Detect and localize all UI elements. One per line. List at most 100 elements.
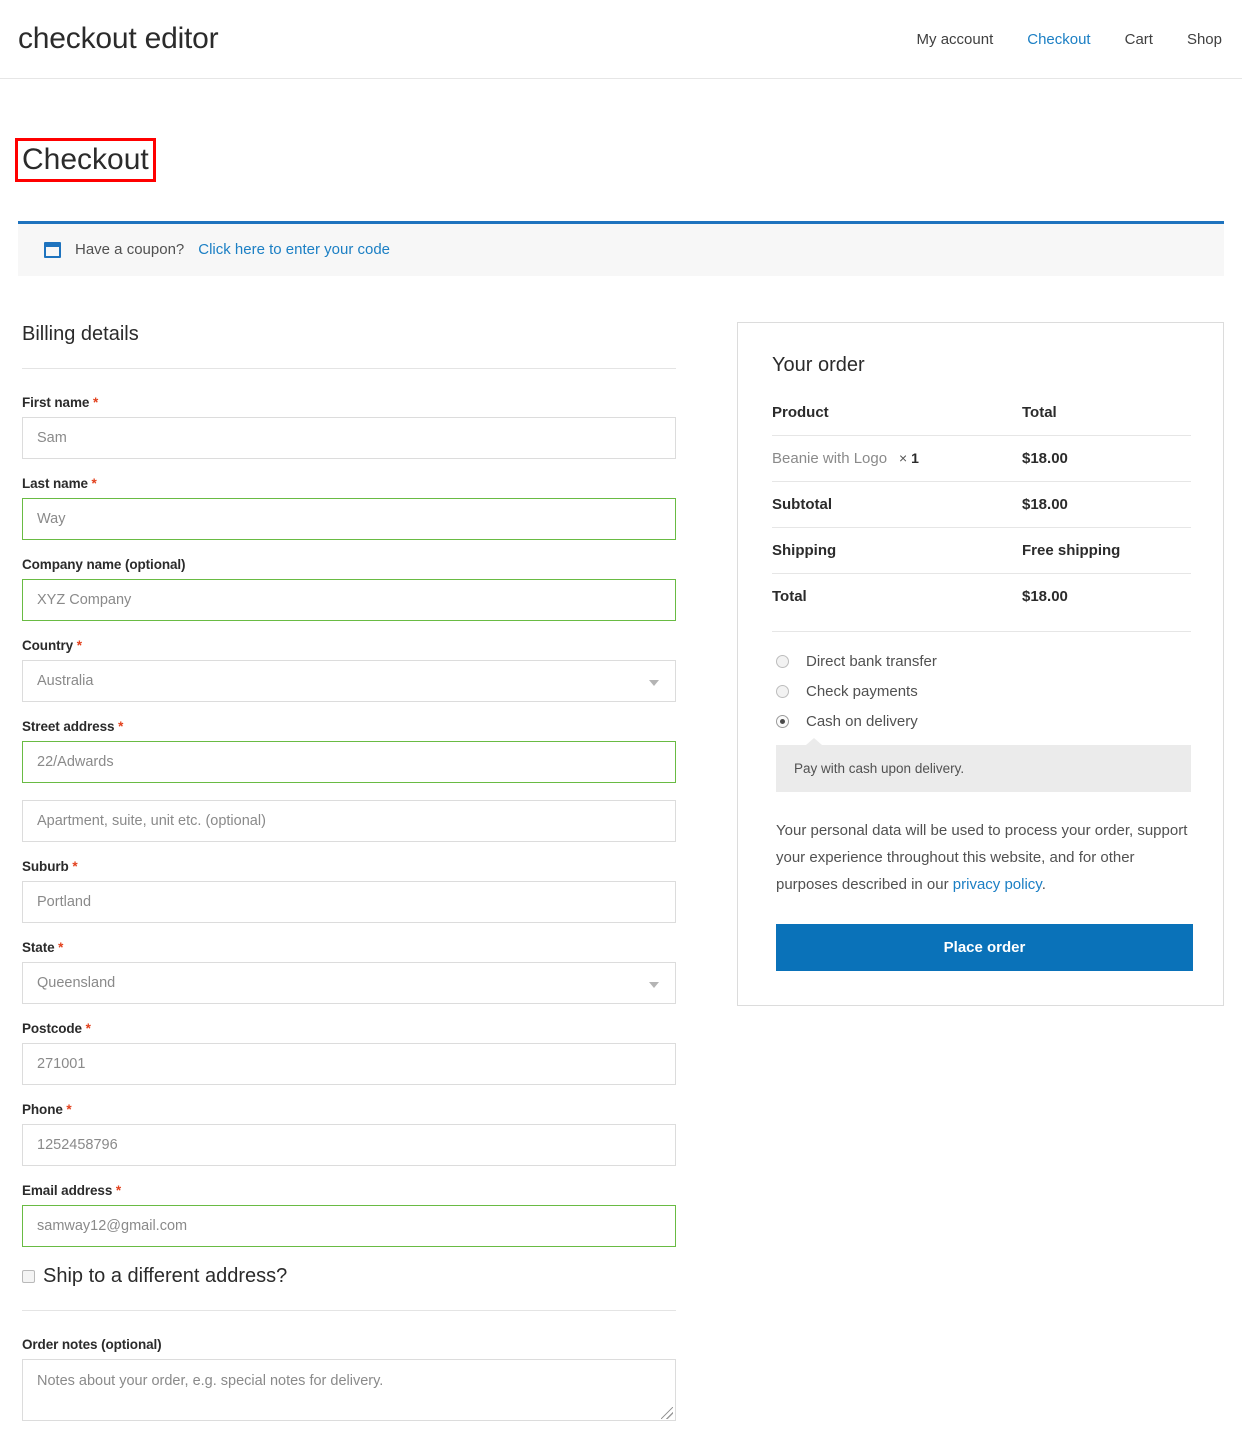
label-street-address: Street address * [22,719,124,735]
field-suburb: Suburb * Portland [18,859,676,924]
order-col-product: Product [772,404,829,422]
input-street-address[interactable]: 22/Adwards [22,741,676,784]
site-title: checkout editor [18,22,219,55]
field-state: State * Queensland [18,940,676,1005]
coupon-link[interactable]: Click here to enter your code [198,241,390,258]
place-order-button[interactable]: Place order [776,924,1193,972]
payment-description-box: Pay with cash upon delivery. [776,738,1191,793]
order-line-item-row: Beanie with Logo × 1 $18.00 [772,435,1191,482]
field-phone: Phone * 1252458796 [18,1102,676,1167]
required-marker: * [118,719,124,735]
payment-label-check-payments[interactable]: Check payments [806,683,918,700]
ship-different-address-checkbox[interactable] [22,1269,35,1283]
privacy-text-after: . [1041,875,1046,893]
field-street-address: Street address * 22/Adwards Apartment, s… [18,719,676,843]
order-total-label: Total [772,573,1022,620]
order-heading: Your order [772,354,865,377]
required-marker: * [76,638,82,654]
order-summary-table: Product Total Beanie with Logo × 1 $18.0… [772,404,1191,620]
privacy-policy-link[interactable]: privacy policy [953,876,1042,893]
payment-option-cash-on-delivery[interactable]: Cash on delivery [772,713,1191,730]
input-first-name[interactable]: Sam [22,417,676,460]
field-last-name: Last name * Way [18,476,676,541]
order-subtotal-value: $18.00 [1022,481,1191,528]
label-suburb: Suburb * [22,859,78,875]
input-postcode[interactable]: 271001 [22,1043,676,1086]
label-state: State * [22,940,64,956]
order-column: Your order Product Total Beanie with Log… [737,322,1224,1007]
order-item-qty: × 1 [899,450,919,467]
nav-link-my-account[interactable]: My account [917,31,994,48]
coupon-tag-icon [44,241,61,258]
order-table-header-row: Product Total [772,404,1191,436]
label-phone: Phone * [22,1102,72,1118]
order-subtotal-row: Subtotal $18.00 [772,481,1191,528]
input-last-name[interactable]: Way [22,498,676,541]
billing-column: Billing details First name * Sam Last na… [18,322,676,1427]
payment-label-direct-bank-transfer[interactable]: Direct bank transfer [806,653,937,670]
resize-grip-icon[interactable] [661,1407,673,1420]
ship-different-address-label[interactable]: Ship to a different address? [43,1264,287,1288]
payment-option-check-payments[interactable]: Check payments [772,683,1191,700]
order-subtotal-label: Subtotal [772,481,1022,528]
order-shipping-value: Free shipping [1022,527,1191,574]
required-marker: * [85,1021,91,1037]
required-marker: * [72,859,78,875]
label-order-notes: Order notes (optional) [22,1337,162,1353]
required-marker: * [92,395,99,411]
payment-methods: Direct bank transfer Check payments Cash… [772,631,1191,793]
billing-heading: Billing details [22,323,139,346]
field-order-notes: Order notes (optional) Notes about your … [18,1337,676,1422]
checkout-columns: Billing details First name * Sam Last na… [18,322,1224,1427]
textarea-order-notes[interactable]: Notes about your order, e.g. special not… [22,1359,676,1422]
label-country: Country * [22,638,82,654]
coupon-notice: Have a coupon? Click here to enter your … [18,221,1224,277]
coupon-text: Have a coupon? [75,241,185,259]
billing-divider [22,368,676,370]
site-header: checkout editor My account Checkout Cart… [0,0,1242,79]
order-col-total: Total [1022,404,1057,422]
main-nav: My account Checkout Cart Shop [917,31,1222,48]
nav-link-cart[interactable]: Cart [1125,31,1153,48]
label-last-name: Last name * [22,476,97,492]
field-country: Country * Australia [18,638,676,703]
radio-direct-bank-transfer[interactable] [776,655,789,669]
select-state[interactable]: Queensland [22,962,676,1005]
payment-label-cash-on-delivery[interactable]: Cash on delivery [806,713,918,730]
label-company-name: Company name (optional) [22,557,186,573]
order-review-panel: Your order Product Total Beanie with Log… [737,322,1224,1007]
input-company-name[interactable]: XYZ Company [22,579,676,622]
page-title-wrap: Checkout [15,79,1224,221]
required-marker: * [58,940,64,956]
payment-option-direct-bank-transfer[interactable]: Direct bank transfer [772,653,1191,670]
ship-different-address-row[interactable]: Ship to a different address? [18,1264,676,1288]
input-phone[interactable]: 1252458796 [22,1124,676,1167]
page-title: Checkout [15,138,156,183]
input-suburb[interactable]: Portland [22,881,676,924]
ship-divider [22,1310,676,1312]
input-email-address[interactable]: samway12@gmail.com [22,1205,676,1248]
label-email-address: Email address * [22,1183,122,1199]
privacy-notice: Your personal data will be used to proce… [776,818,1191,898]
label-postcode: Postcode * [22,1021,91,1037]
page-body: Checkout Have a coupon? Click here to en… [0,79,1242,1427]
required-marker: * [115,1183,122,1199]
nav-link-shop[interactable]: Shop [1187,31,1222,48]
required-marker: * [91,476,97,492]
radio-cash-on-delivery[interactable] [776,715,789,729]
field-email-address: Email address * samway12@gmail.com [18,1183,676,1248]
input-address-line-2[interactable]: Apartment, suite, unit etc. (optional) [22,800,676,843]
order-notes-placeholder: Notes about your order, e.g. special not… [37,1373,384,1390]
radio-check-payments[interactable] [776,685,789,699]
field-first-name: First name * Sam [18,395,676,460]
order-line-item-name-cell: Beanie with Logo × 1 [772,435,1022,482]
field-company-name: Company name (optional) XYZ Company [18,557,676,622]
order-shipping-label: Shipping [772,527,1022,574]
required-marker: * [66,1102,72,1118]
order-total-value: $18.00 [1022,573,1191,620]
order-total-row: Total $18.00 [772,573,1191,620]
select-country[interactable]: Australia [22,660,676,703]
nav-link-checkout[interactable]: Checkout [1027,31,1090,48]
order-item-name: Beanie with Logo [772,450,888,468]
field-postcode: Postcode * 271001 [18,1021,676,1086]
